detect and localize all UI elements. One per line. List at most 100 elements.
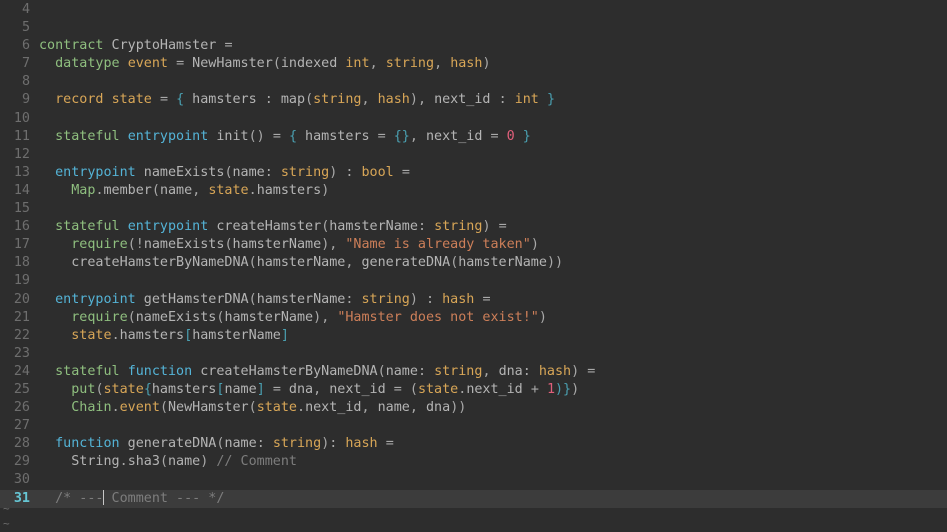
- token-id: next_id: [305, 400, 362, 416]
- token-com: // Comment: [216, 454, 297, 470]
- empty-line-markers: ~ ~: [0, 501, 947, 531]
- line-number: 7: [21, 56, 30, 72]
- code-line[interactable]: 20 entrypoint getHamsterDNA(hamsterName:…: [0, 291, 947, 309]
- token-id: nameExists: [143, 237, 225, 253]
- line-number: 13: [13, 164, 30, 180]
- code-line-content[interactable]: stateful function createHamsterByNameDNA…: [30, 363, 947, 381]
- code-line-content[interactable]: createHamsterByNameDNA(hamsterName, gene…: [30, 254, 947, 272]
- code-line[interactable]: 30: [0, 471, 947, 489]
- token-punc: )): [450, 400, 467, 416]
- token-id: [39, 310, 71, 325]
- token-punc: (: [127, 309, 136, 325]
- token-kw: stateful: [55, 363, 120, 379]
- code-line[interactable]: 28 function generateDNA(name: string): h…: [0, 435, 947, 453]
- code-line-content[interactable]: require(!nameExists(hamsterName), "Name …: [30, 236, 947, 254]
- code-line[interactable]: 4: [0, 1, 947, 19]
- code-line[interactable]: 6 contract CryptoHamster =: [0, 37, 947, 55]
- token-punc: ): [530, 237, 539, 253]
- code-line[interactable]: 13 entrypoint nameExists(name: string) :…: [0, 164, 947, 182]
- token-brk: )}: [555, 381, 572, 397]
- code-line-content[interactable]: state.hamsters[hamsterName]: [30, 327, 947, 345]
- token-kw: contract: [39, 38, 104, 54]
- code-line-content[interactable]: stateful entrypoint createHamster(hamste…: [30, 218, 947, 236]
- empty-line-marker: ~: [3, 502, 10, 515]
- code-line-content[interactable]: contract CryptoHamster =: [30, 37, 947, 55]
- code-line[interactable]: 29 String.sha3(name) // Comment: [0, 453, 947, 471]
- token-punc: .: [119, 454, 128, 470]
- token-punc: ,: [409, 128, 426, 144]
- token-punc: ,: [361, 400, 378, 416]
- code-line[interactable]: 7 datatype event = NewHamster(indexed in…: [0, 55, 947, 73]
- token-id: sha3: [127, 454, 160, 470]
- token-id: CryptoHamster: [103, 38, 225, 54]
- code-line[interactable]: 10: [0, 110, 947, 128]
- code-line-content[interactable]: Chain.event(NewHamster(state.next_id, na…: [30, 399, 947, 417]
- token-fn: require: [71, 309, 128, 325]
- code-line[interactable]: 25 put(state{hamsters[name] = dna, next_…: [0, 381, 947, 399]
- code-line-content[interactable]: datatype event = NewHamster(indexed int,…: [30, 55, 947, 73]
- code-line-content[interactable]: entrypoint nameExists(name: string) : bo…: [30, 164, 947, 182]
- token-id: next_id: [426, 128, 491, 144]
- token-id: [281, 129, 289, 144]
- code-line[interactable]: 14 Map.member(name, state.hamsters): [0, 182, 947, 200]
- line-number: 23: [13, 345, 30, 361]
- code-line-content[interactable]: put(state{hamsters[name] = dna, next_id …: [30, 381, 947, 399]
- token-id: [39, 56, 55, 71]
- token-punc: (: [248, 291, 257, 307]
- code-line[interactable]: 17 require(!nameExists(hamsterName), "Na…: [0, 236, 947, 254]
- token-field: state: [417, 381, 459, 397]
- line-number: 20: [13, 291, 30, 307]
- code-line-content[interactable]: Map.member(name, state.hamsters): [30, 182, 947, 200]
- token-id: [39, 292, 55, 307]
- code-editor[interactable]: 4 5 6 contract CryptoHamster = 7 datatype ev…: [0, 0, 947, 532]
- code-line-content[interactable]: record state = { hamsters : map(string, …: [30, 91, 947, 109]
- token-punc: :: [345, 291, 362, 307]
- token-id: hamsters: [151, 381, 217, 397]
- token-op: =: [587, 363, 596, 379]
- token-type: string: [361, 291, 410, 307]
- code-line-content[interactable]: function generateDNA(name: string): hash…: [30, 435, 947, 453]
- code-line[interactable]: 16 stateful entrypoint createHamster(ham…: [0, 218, 947, 236]
- token-punc: ,: [329, 237, 346, 253]
- code-line[interactable]: 26 Chain.event(NewHamster(state.next_id,…: [0, 399, 947, 417]
- token-id: dna: [280, 381, 314, 397]
- code-line[interactable]: 23: [0, 345, 947, 363]
- code-line[interactable]: 5: [0, 19, 947, 37]
- code-line[interactable]: 18 createHamsterByNameDNA(hamsterName, g…: [0, 254, 947, 272]
- code-line[interactable]: 8: [0, 73, 947, 91]
- code-line[interactable]: 22 state.hamsters[hamsterName]: [0, 327, 947, 345]
- line-number: 30: [13, 472, 30, 488]
- code-line-content[interactable]: String.sha3(name) // Comment: [30, 453, 947, 471]
- token-punc: ,: [417, 92, 435, 108]
- token-field: state: [103, 381, 144, 397]
- token-type: int: [514, 92, 539, 108]
- code-line[interactable]: 9 record state = { hamsters : map(string…: [0, 91, 947, 109]
- token-field: event: [119, 400, 160, 416]
- code-line-content[interactable]: stateful entrypoint init() = { hamsters …: [30, 128, 947, 146]
- code-line[interactable]: 15: [0, 200, 947, 218]
- code-line[interactable]: 24 stateful function createHamsterByName…: [0, 363, 947, 381]
- token-brk: {: [176, 92, 185, 108]
- token-punc: :: [264, 164, 281, 180]
- token-kw2: entrypoint: [55, 164, 136, 180]
- line-number: 11: [13, 128, 30, 144]
- code-line[interactable]: 19: [0, 272, 947, 290]
- token-id: [120, 219, 128, 234]
- token-op: !: [135, 237, 144, 253]
- line-number: 21: [13, 309, 30, 325]
- code-line[interactable]: 27: [0, 417, 947, 435]
- token-id: NewHamster: [184, 56, 273, 72]
- token-punc: (: [377, 363, 386, 379]
- token-type: int: [345, 56, 370, 72]
- token-punc: (: [409, 381, 418, 397]
- token-punc: (: [127, 237, 136, 253]
- code-line-content[interactable]: require(nameExists(hamsterName), "Hamste…: [30, 309, 947, 327]
- code-line-content[interactable]: entrypoint getHamsterDNA(hamsterName: st…: [30, 291, 947, 309]
- token-id: [539, 92, 547, 107]
- token-op: =: [393, 381, 402, 397]
- code-line[interactable]: 12: [0, 146, 947, 164]
- code-line[interactable]: 11 stateful entrypoint init() = { hamste…: [0, 128, 947, 146]
- token-punc: (: [248, 255, 257, 271]
- token-punc: (: [224, 237, 233, 253]
- code-line[interactable]: 21 require(nameExists(hamsterName), "Ham…: [0, 309, 947, 327]
